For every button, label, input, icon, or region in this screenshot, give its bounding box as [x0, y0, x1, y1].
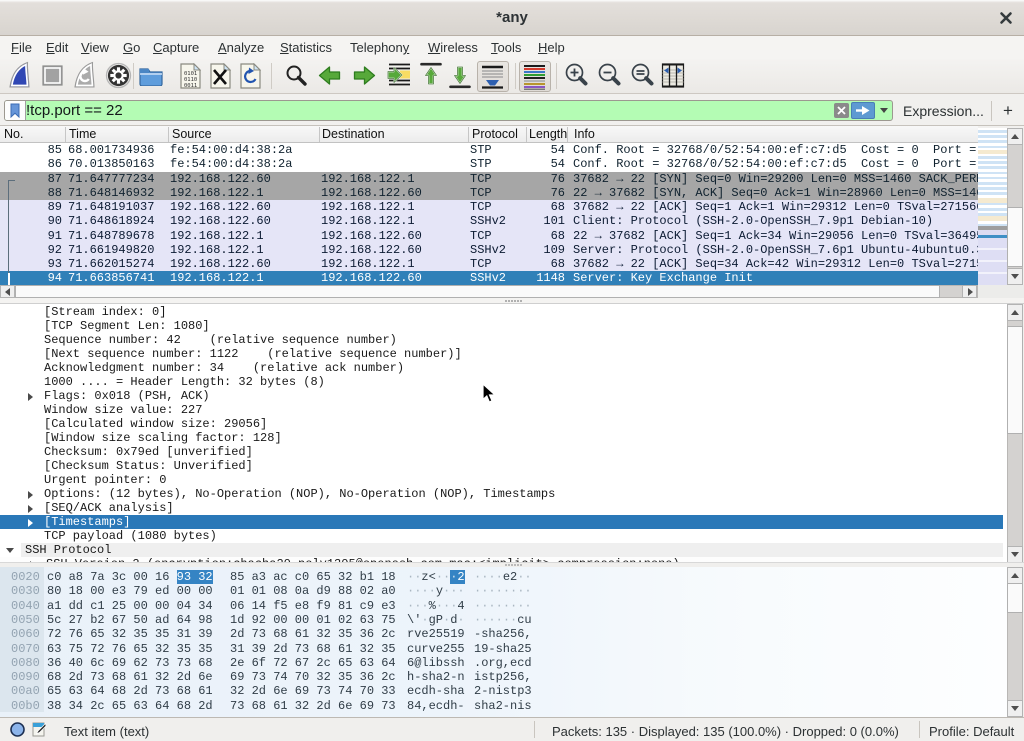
svg-text:0011: 0011 — [184, 83, 197, 89]
